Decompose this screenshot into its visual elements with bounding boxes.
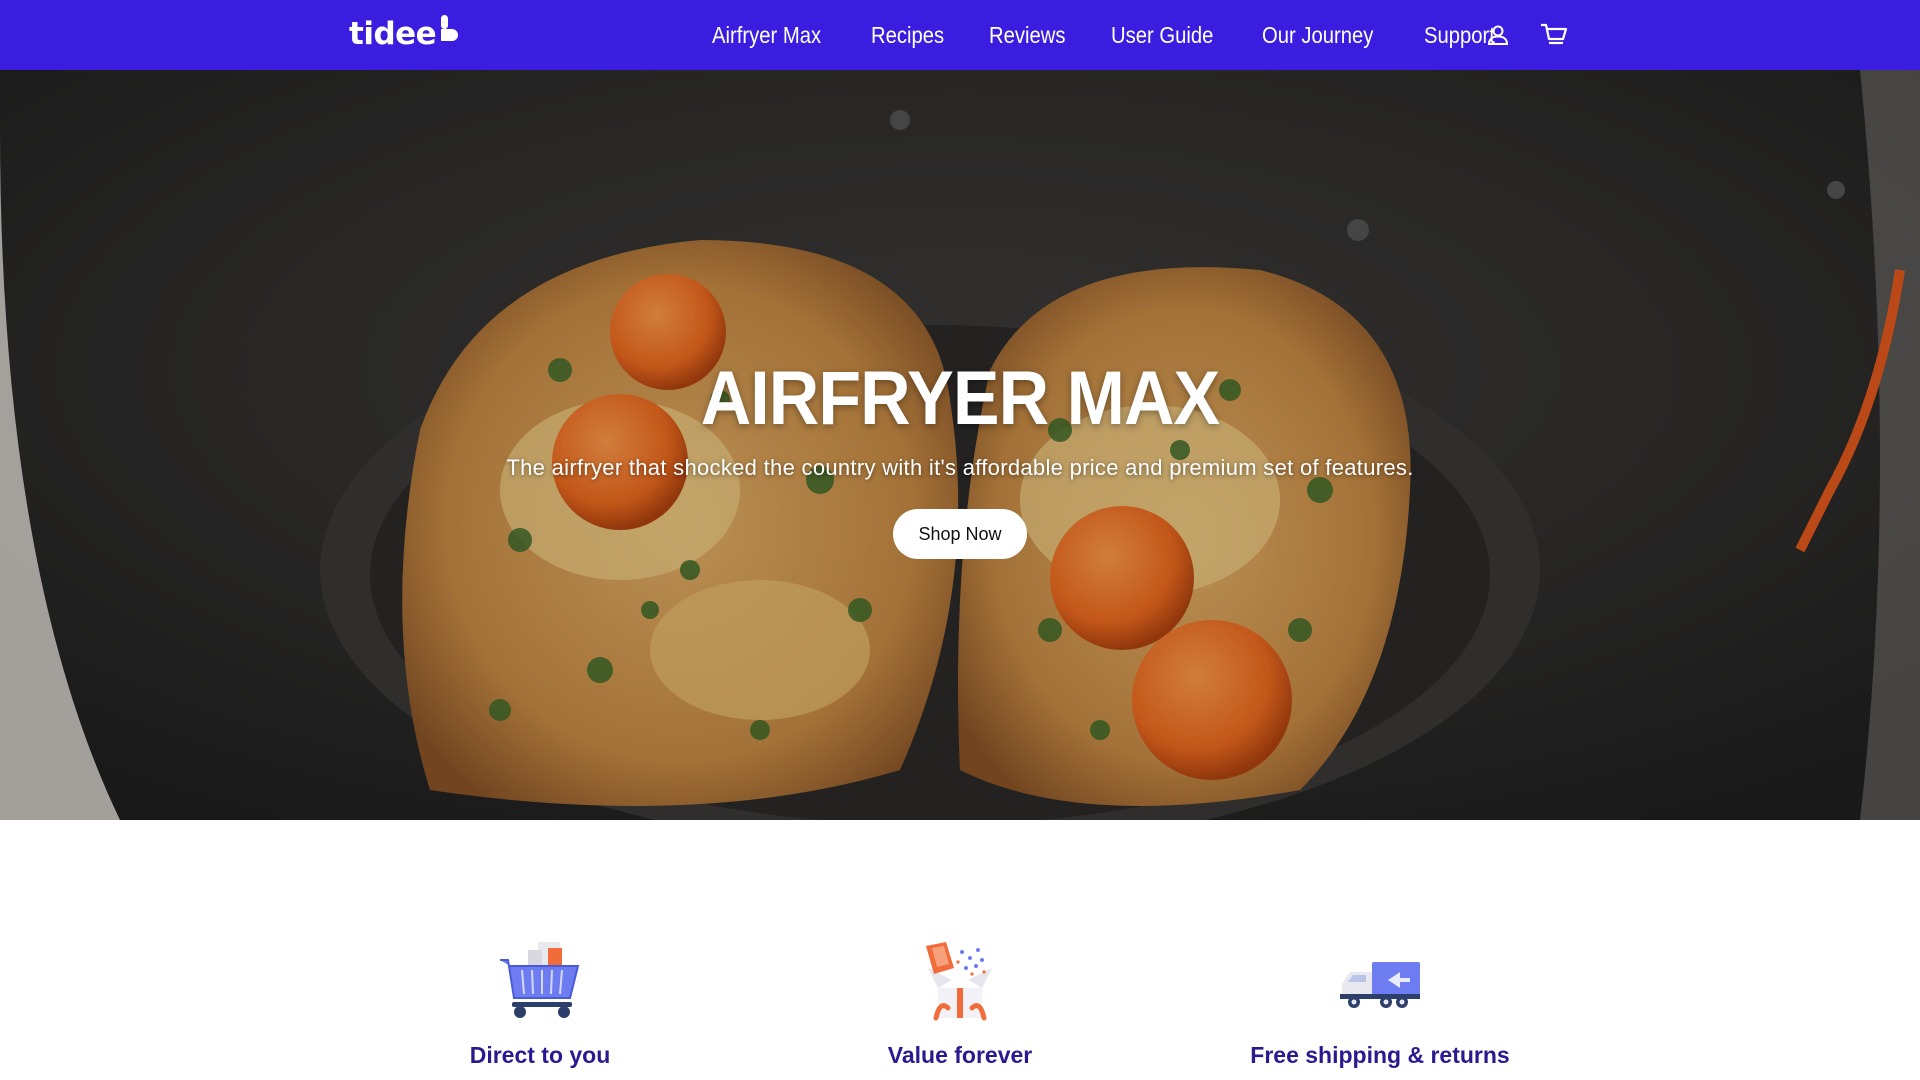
feature-title: Direct to you	[469, 1042, 611, 1068]
tidee-logo[interactable]: tidee	[349, 14, 461, 54]
hero-title: AIRFRYER MAX	[700, 356, 1220, 441]
gift-icon	[926, 942, 992, 1021]
nav-user-guide[interactable]: User Guide	[1111, 22, 1213, 49]
shopping-cart-icon	[500, 942, 580, 1018]
site-header: tidee Airfryer Max Recipes Reviews User …	[0, 0, 1920, 70]
cart-icon[interactable]	[1540, 21, 1568, 49]
delivery-truck-icon	[1340, 962, 1420, 1008]
nav-our-journey[interactable]: Our Journey	[1262, 22, 1373, 49]
feature-value-forever: Value forever	[750, 820, 1170, 1080]
hero-banner: AIRFRYER MAX The airfryer that shocked t…	[0, 70, 1920, 820]
hero-subtitle: The airfryer that shocked the country wi…	[506, 455, 1414, 480]
feature-title: Free shipping & returns	[1250, 1042, 1510, 1068]
nav-recipes[interactable]: Recipes	[871, 22, 944, 49]
main-nav: Airfryer Max Recipes Reviews User Guide …	[712, 0, 1539, 70]
hero-overlay	[0, 70, 1920, 820]
shop-now-button[interactable]: Shop Now	[893, 509, 1027, 559]
logo-text: tidee	[349, 15, 437, 52]
feature-title: Value forever	[887, 1042, 1033, 1068]
account-icon[interactable]	[1484, 21, 1512, 49]
feature-free-shipping: Free shipping & returns	[1170, 820, 1590, 1080]
feature-direct-to-you: Direct to you	[330, 820, 750, 1080]
nav-airfryer-max[interactable]: Airfryer Max	[712, 22, 821, 49]
nav-reviews[interactable]: Reviews	[989, 22, 1065, 49]
header-icons	[1484, 0, 1596, 70]
logo-mark-icon	[441, 15, 459, 41]
features-section: Direct to you Value forever Free shippin…	[0, 820, 1920, 1080]
